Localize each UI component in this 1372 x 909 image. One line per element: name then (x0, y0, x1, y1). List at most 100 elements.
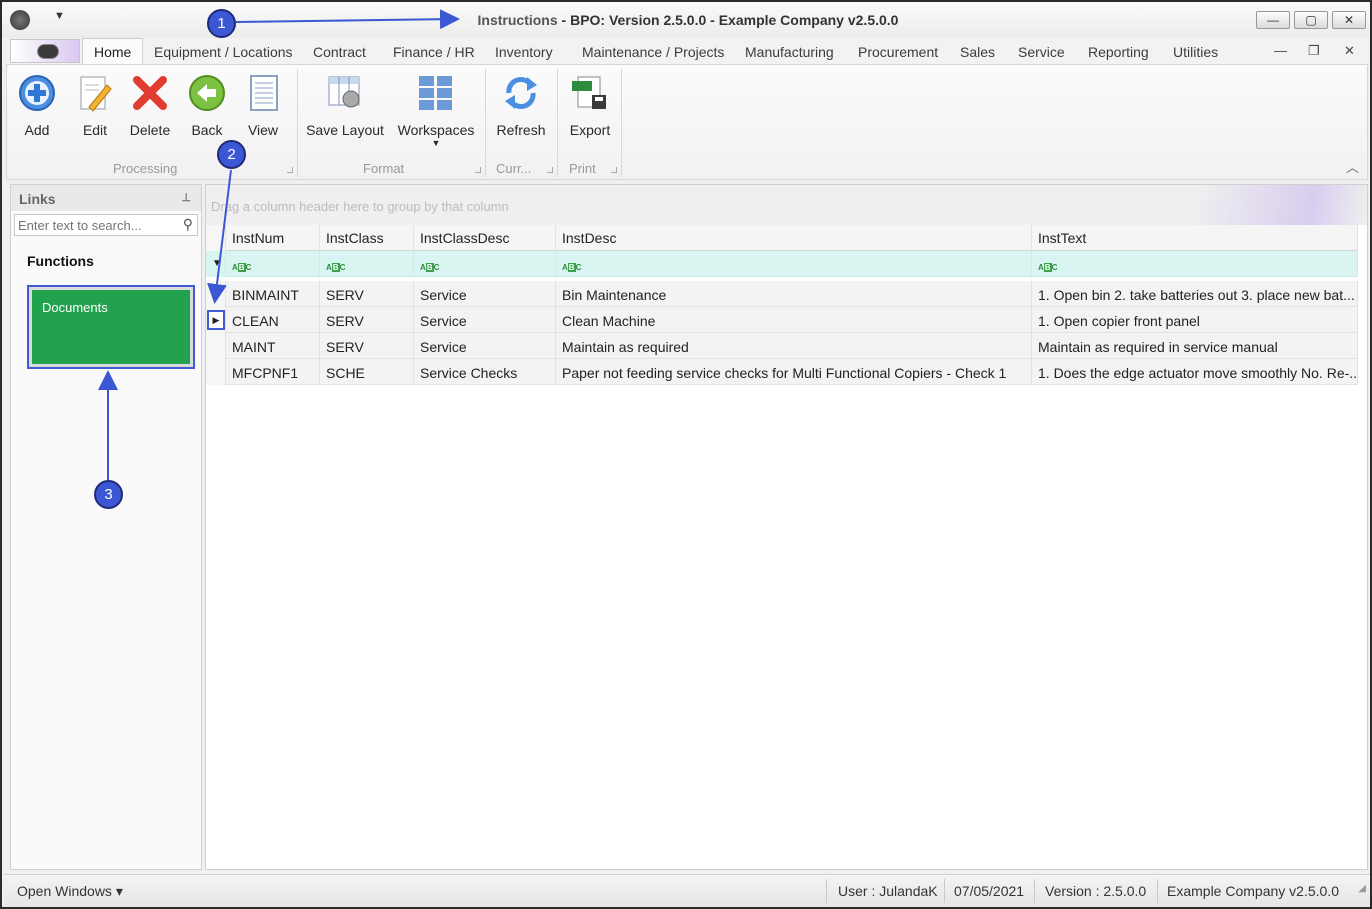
table-row[interactable]: BINMAINT SERV Service Bin Maintenance 1.… (206, 281, 1358, 307)
mdi-minimize-icon[interactable]: — (1274, 43, 1287, 58)
format-group-launcher-icon[interactable] (475, 167, 481, 173)
view-label: View (247, 122, 279, 138)
tab-equipment-locations[interactable]: Equipment / Locations (154, 44, 293, 60)
tab-home[interactable]: Home (82, 38, 144, 65)
column-header-instdesc[interactable]: InstDesc (556, 225, 1032, 251)
tab-service[interactable]: Service (1018, 44, 1065, 60)
group-label-current: Curr... (496, 161, 532, 176)
cell-instnum[interactable]: MAINT (226, 333, 320, 359)
cell-instnum[interactable]: MFCPNF1 (226, 359, 320, 385)
minimize-button[interactable]: — (1256, 11, 1290, 29)
resize-grip-icon[interactable]: ◢ (1358, 883, 1366, 904)
cell-instclass[interactable]: SCHE (320, 359, 414, 385)
cell-insttext[interactable]: 1. Open bin 2. take batteries out 3. pla… (1032, 281, 1358, 307)
open-windows-button[interactable]: Open Windows ▾ (17, 883, 123, 900)
cell-instclassdesc[interactable]: Service (414, 333, 556, 359)
tab-reporting[interactable]: Reporting (1088, 44, 1149, 60)
edit-button[interactable]: Edit (75, 73, 115, 138)
print-group-launcher-icon[interactable] (611, 167, 617, 173)
row-indicator[interactable] (206, 281, 226, 307)
cell-instclassdesc[interactable]: Service Checks (414, 359, 556, 385)
tab-finance-hr[interactable]: Finance / HR (393, 44, 475, 60)
pin-icon[interactable]: ⊥ (181, 191, 191, 204)
view-button[interactable]: View (243, 73, 283, 138)
cell-instdesc[interactable]: Clean Machine (556, 307, 1032, 333)
add-button[interactable]: Add (17, 73, 57, 138)
refresh-button[interactable]: Refresh (495, 73, 547, 138)
table-row[interactable]: MAINT SERV Service Maintain as required … (206, 333, 1358, 359)
cell-instclassdesc[interactable]: Service (414, 281, 556, 307)
annotation-callout-1: 1 (207, 9, 236, 38)
tab-inventory[interactable]: Inventory (495, 44, 553, 60)
column-header-instclass[interactable]: InstClass (320, 225, 414, 251)
cell-insttext[interactable]: 1. Does the edge actuator move smoothly … (1032, 359, 1358, 385)
functions-heading: Functions (27, 253, 94, 269)
links-search-box[interactable]: ⚲ (14, 214, 198, 236)
column-header-instclassdesc[interactable]: InstClassDesc (414, 225, 556, 251)
filter-cell-instdesc[interactable]: ABC (556, 251, 1032, 277)
row-indicator[interactable] (206, 333, 226, 359)
cell-instclass[interactable]: SERV (320, 281, 414, 307)
window-title-app: - BPO: Version 2.5.0.0 - Example Company… (557, 12, 899, 28)
export-button[interactable]: Export (565, 73, 615, 138)
table-row[interactable]: ▶ CLEAN SERV Service Clean Machine 1. Op… (206, 307, 1358, 333)
status-version: Version : 2.5.0.0 (1045, 883, 1147, 899)
row-indicator[interactable]: ▶ (206, 307, 226, 333)
status-separator (1157, 879, 1158, 903)
mdi-restore-icon[interactable]: ❐ (1308, 43, 1320, 59)
status-separator (826, 879, 827, 903)
row-indicator[interactable] (206, 359, 226, 385)
tab-utilities[interactable]: Utilities (1173, 44, 1218, 60)
cell-insttext[interactable]: 1. Open copier front panel (1032, 307, 1358, 333)
cell-instdesc[interactable]: Bin Maintenance (556, 281, 1032, 307)
cell-insttext[interactable]: Maintain as required in service manual (1032, 333, 1358, 359)
cell-instclass[interactable]: SERV (320, 307, 414, 333)
save-layout-button[interactable]: Save Layout (305, 73, 385, 138)
export-xlsx-icon (572, 76, 606, 109)
export-label: Export (569, 122, 611, 138)
mdi-close-icon[interactable]: ✕ (1344, 43, 1355, 59)
cell-instnum[interactable]: CLEAN (226, 307, 320, 333)
search-icon[interactable]: ⚲ (183, 216, 193, 233)
back-button[interactable]: Back (187, 73, 227, 138)
application-menu-button[interactable] (10, 39, 80, 63)
documents-tile[interactable]: Documents (27, 285, 195, 369)
text-filter-icon: ABC (1038, 263, 1058, 272)
auto-filter-row: ▼ ABC ABC ABC ABC ABC (206, 251, 1358, 277)
tab-contract[interactable]: Contract (313, 44, 366, 60)
table-row[interactable]: MFCPNF1 SCHE Service Checks Paper not fe… (206, 359, 1358, 385)
current-group-launcher-icon[interactable] (547, 167, 553, 173)
filter-cell-instnum[interactable]: ABC (226, 251, 320, 277)
add-icon (19, 75, 55, 111)
ribbon-tab-row: Home Equipment / Locations Contract Fina… (2, 38, 1370, 65)
header-indicator (206, 225, 226, 251)
maximize-button[interactable]: ▢ (1294, 11, 1328, 29)
column-header-instnum[interactable]: InstNum (226, 225, 320, 251)
workspaces-button[interactable]: Workspaces ▼ (397, 73, 475, 148)
cell-instnum[interactable]: BINMAINT (226, 281, 320, 307)
collapse-ribbon-icon[interactable]: ︿ (1346, 157, 1359, 176)
cell-instclassdesc[interactable]: Service (414, 307, 556, 333)
tab-sales[interactable]: Sales (960, 44, 995, 60)
cell-instdesc[interactable]: Maintain as required (556, 333, 1032, 359)
status-company: Example Company v2.5.0.0 (1167, 883, 1339, 899)
filter-cell-instclassdesc[interactable]: ABC (414, 251, 556, 277)
text-filter-icon: ABC (232, 263, 252, 272)
group-by-panel[interactable]: Drag a column header here to group by th… (206, 185, 1367, 225)
tab-procurement[interactable]: Procurement (858, 44, 938, 60)
filter-cell-instclass[interactable]: ABC (320, 251, 414, 277)
cell-instdesc[interactable]: Paper not feeding service checks for Mul… (556, 359, 1032, 385)
text-filter-icon: ABC (420, 263, 440, 272)
delete-button[interactable]: Delete (127, 73, 173, 138)
processing-group-launcher-icon[interactable] (287, 167, 293, 173)
links-search-input[interactable] (15, 215, 175, 235)
group-separator (297, 69, 298, 177)
links-panel: Links ⊥ ⚲ Functions Documents (10, 184, 202, 870)
column-header-insttext[interactable]: InstText (1032, 225, 1358, 251)
tab-maintenance-projects[interactable]: Maintenance / Projects (582, 44, 724, 60)
close-button[interactable]: ✕ (1332, 11, 1366, 29)
status-separator (944, 879, 945, 903)
filter-cell-insttext[interactable]: ABC (1032, 251, 1358, 277)
cell-instclass[interactable]: SERV (320, 333, 414, 359)
tab-manufacturing[interactable]: Manufacturing (745, 44, 834, 60)
